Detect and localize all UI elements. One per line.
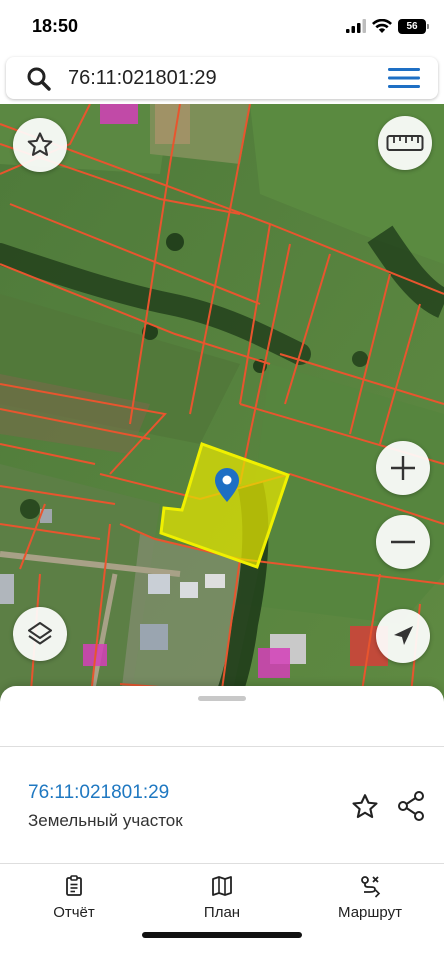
ruler-icon — [386, 135, 424, 151]
cadastral-map[interactable] — [0, 104, 444, 704]
zoom-out-icon — [391, 540, 415, 544]
parcel-number-link[interactable]: 76:11:021801:29 — [28, 782, 169, 804]
status-time: 18:50 — [32, 16, 79, 36]
report-clipboard-icon — [66, 875, 82, 896]
nav-route-label: Маршрут — [338, 904, 402, 921]
wifi-icon — [372, 18, 392, 33]
layers-icon — [28, 622, 52, 645]
share-icon[interactable] — [396, 790, 426, 822]
search-icon[interactable] — [26, 66, 52, 92]
sheet-divider-top — [0, 746, 444, 747]
search-input[interactable] — [68, 65, 368, 91]
sheet-drag-handle[interactable] — [198, 696, 246, 701]
hamburger-menu-icon[interactable] — [388, 66, 420, 90]
home-indicator — [142, 932, 302, 938]
search-bar — [6, 57, 438, 99]
status-bar: 18:50 56 — [0, 0, 444, 52]
zoom-in-button[interactable] — [376, 441, 430, 495]
signal-icon — [346, 19, 366, 33]
battery-level: 56 — [406, 20, 418, 32]
nav-report[interactable]: Отчёт — [14, 864, 134, 924]
star-icon — [27, 132, 53, 156]
nav-plan[interactable]: План — [162, 864, 282, 924]
favorite-map-button[interactable] — [13, 118, 67, 172]
route-icon — [361, 876, 381, 898]
measure-button[interactable] — [378, 116, 432, 170]
nav-plan-label: План — [203, 904, 241, 921]
favorite-star-icon[interactable] — [350, 792, 380, 822]
battery-icon: 56 — [398, 18, 429, 34]
status-icons: 56 — [346, 15, 429, 37]
screen: 18:50 56 76:11:021801:29 76:11:021801:29… — [0, 0, 444, 960]
my-location-button[interactable] — [376, 609, 430, 663]
parcel-info-sheet: 76:11:021801:29 Земельный участок Отчёт … — [0, 686, 444, 960]
layers-button[interactable] — [13, 607, 67, 661]
nav-report-label: Отчёт — [53, 904, 95, 921]
zoom-in-icon — [391, 456, 415, 480]
zoom-out-button[interactable] — [376, 515, 430, 569]
nav-route[interactable]: Маршрут — [310, 864, 430, 924]
map-plan-icon — [212, 876, 232, 896]
map-satellite-layer — [0, 104, 444, 704]
navigation-arrow-icon — [394, 626, 413, 645]
bottom-nav: Отчёт План Маршрут — [0, 864, 444, 924]
parcel-type-label: Земельный участок — [28, 811, 183, 830]
